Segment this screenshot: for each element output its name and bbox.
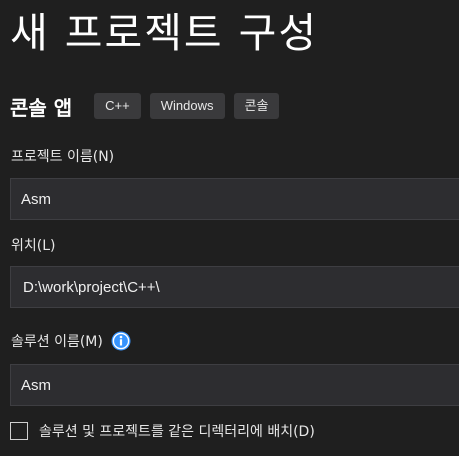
template-summary: 콘솔 앱 C++ Windows 콘솔: [10, 92, 288, 120]
project-name-label: 프로젝트 이름(N): [11, 146, 114, 166]
solution-name-input[interactable]: Asm: [10, 364, 459, 406]
same-directory-checkbox[interactable]: [10, 422, 28, 440]
same-directory-option[interactable]: 솔루션 및 프로젝트를 같은 디렉터리에 배치(D): [10, 421, 315, 441]
solution-name-label-text: 솔루션 이름(M): [11, 334, 103, 350]
tag-console: 콘솔: [233, 93, 280, 119]
tag-cpp: C++: [94, 93, 141, 119]
location-label-text: 위치(L): [11, 238, 56, 254]
info-circle-icon-graphic: [111, 331, 131, 351]
solution-name-value: Asm: [21, 376, 51, 394]
solution-name-label: 솔루션 이름(M): [11, 330, 131, 352]
location-input[interactable]: D:\work\project\C++\: [10, 266, 459, 308]
info-circle-icon[interactable]: [111, 331, 131, 351]
page-title: 새 프로젝트 구성: [10, 9, 319, 57]
project-name-input[interactable]: Asm: [10, 178, 459, 220]
project-name-value: Asm: [21, 190, 51, 208]
tag-windows: Windows: [149, 93, 225, 119]
same-directory-label[interactable]: 솔루션 및 프로젝트를 같은 디렉터리에 배치(D): [39, 421, 315, 441]
location-value: D:\work\project\C++\: [23, 278, 160, 296]
project-name-label-text: 프로젝트 이름(N): [11, 149, 115, 165]
template-name: 콘솔 앱: [10, 95, 73, 120]
location-label: 위치(L): [11, 235, 55, 255]
